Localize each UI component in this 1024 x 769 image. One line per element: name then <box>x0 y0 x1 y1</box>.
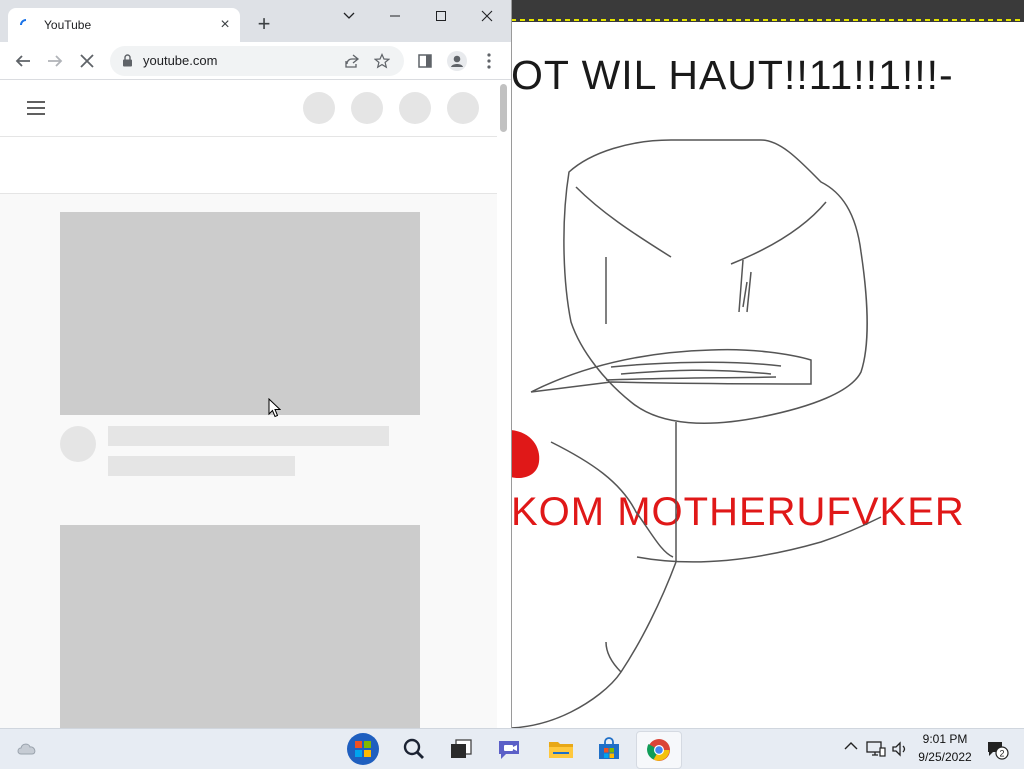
notification-center-icon[interactable]: 2 <box>986 740 1010 760</box>
page-scrollbar[interactable] <box>497 80 511 728</box>
back-arrow-icon <box>15 55 30 67</box>
hamburger-menu-icon[interactable] <box>27 100 47 116</box>
scrollbar-thumb[interactable] <box>500 84 507 132</box>
kebab-menu-icon <box>487 53 491 69</box>
show-hidden-icons-chevron-icon[interactable] <box>844 741 858 751</box>
address-bar[interactable]: youtube.com <box>110 46 404 76</box>
lock-icon <box>123 54 132 67</box>
header-placeholder-circle <box>399 92 431 124</box>
folder-icon <box>549 742 573 758</box>
tab-strip: YouTube × + <box>0 0 511 42</box>
chip-bar-placeholder <box>0 137 497 194</box>
url-text[interactable]: youtube.com <box>143 53 217 68</box>
header-placeholder-circle <box>351 92 383 124</box>
volume-icon[interactable] <box>891 740 909 758</box>
image-dashed-line <box>511 19 1024 21</box>
video-feed <box>0 194 497 728</box>
red-blob <box>511 430 540 479</box>
task-view-icon <box>451 739 472 758</box>
teams-chat-icon <box>499 741 519 759</box>
bookmark-star-icon[interactable] <box>374 53 390 69</box>
clock-time[interactable]: 9:01 PM <box>912 732 978 746</box>
tab-title: YouTube <box>44 18 92 32</box>
new-tab-button[interactable]: + <box>253 13 275 35</box>
chrome-menu-button[interactable] <box>478 50 500 72</box>
chrome-window: YouTube × + youtube.com <box>0 0 512 728</box>
minimize-button[interactable] <box>372 4 418 28</box>
weather-cloud-icon[interactable] <box>16 740 38 756</box>
tab-youtube[interactable]: YouTube × <box>8 8 240 42</box>
close-icon <box>481 10 493 22</box>
profile-button[interactable] <box>446 50 468 72</box>
start-button[interactable] <box>343 731 383 767</box>
youtube-header <box>0 80 497 137</box>
google-chrome-taskbar-button[interactable] <box>636 731 682 769</box>
video-title-placeholder <box>108 426 389 446</box>
task-view-button[interactable] <box>441 731 481 767</box>
close-window-button[interactable] <box>464 4 510 28</box>
windows-logo-icon <box>347 733 379 765</box>
side-panel-icon <box>418 54 432 68</box>
youtube-page <box>0 80 497 728</box>
forward-button[interactable] <box>44 50 66 72</box>
stop-loading-button[interactable] <box>76 50 98 72</box>
clock-date[interactable]: 9/25/2022 <box>912 750 978 764</box>
video-thumbnail-placeholder[interactable] <box>60 525 420 728</box>
stop-x-icon <box>80 54 94 68</box>
mouse-cursor-icon <box>268 398 281 418</box>
network-icon[interactable] <box>866 740 886 758</box>
tab-close-icon[interactable]: × <box>216 16 234 34</box>
forward-arrow-icon <box>48 55 63 67</box>
back-button[interactable] <box>12 50 34 72</box>
minimize-icon <box>390 15 400 17</box>
profile-avatar-icon <box>447 51 467 71</box>
maximize-button[interactable] <box>418 4 464 28</box>
header-placeholder-circle <box>447 92 479 124</box>
browser-toolbar: youtube.com <box>0 42 511 80</box>
stick-figure-drawing <box>511 139 882 728</box>
video-thumbnail-placeholder[interactable] <box>60 212 420 415</box>
share-icon[interactable] <box>344 53 360 69</box>
channel-avatar-placeholder <box>60 426 96 462</box>
search-icon <box>403 738 424 759</box>
side-panel-button[interactable] <box>414 50 436 72</box>
loading-spinner-icon <box>20 19 27 26</box>
header-placeholder-circle <box>303 92 335 124</box>
file-explorer-button[interactable] <box>541 731 581 767</box>
windows-taskbar: 9:01 PM 9/25/2022 2 <box>0 728 1024 769</box>
search-button[interactable] <box>394 731 434 767</box>
chevron-down-icon <box>343 12 355 19</box>
microsoft-store-button[interactable] <box>589 731 629 767</box>
notification-count: 2 <box>999 749 1004 759</box>
maximize-icon <box>436 11 446 21</box>
store-bag-icon <box>599 737 619 759</box>
chrome-logo-icon <box>647 739 670 761</box>
video-meta-placeholder <box>108 456 295 476</box>
chat-button[interactable] <box>489 731 529 767</box>
tab-search-button[interactable] <box>326 4 372 28</box>
